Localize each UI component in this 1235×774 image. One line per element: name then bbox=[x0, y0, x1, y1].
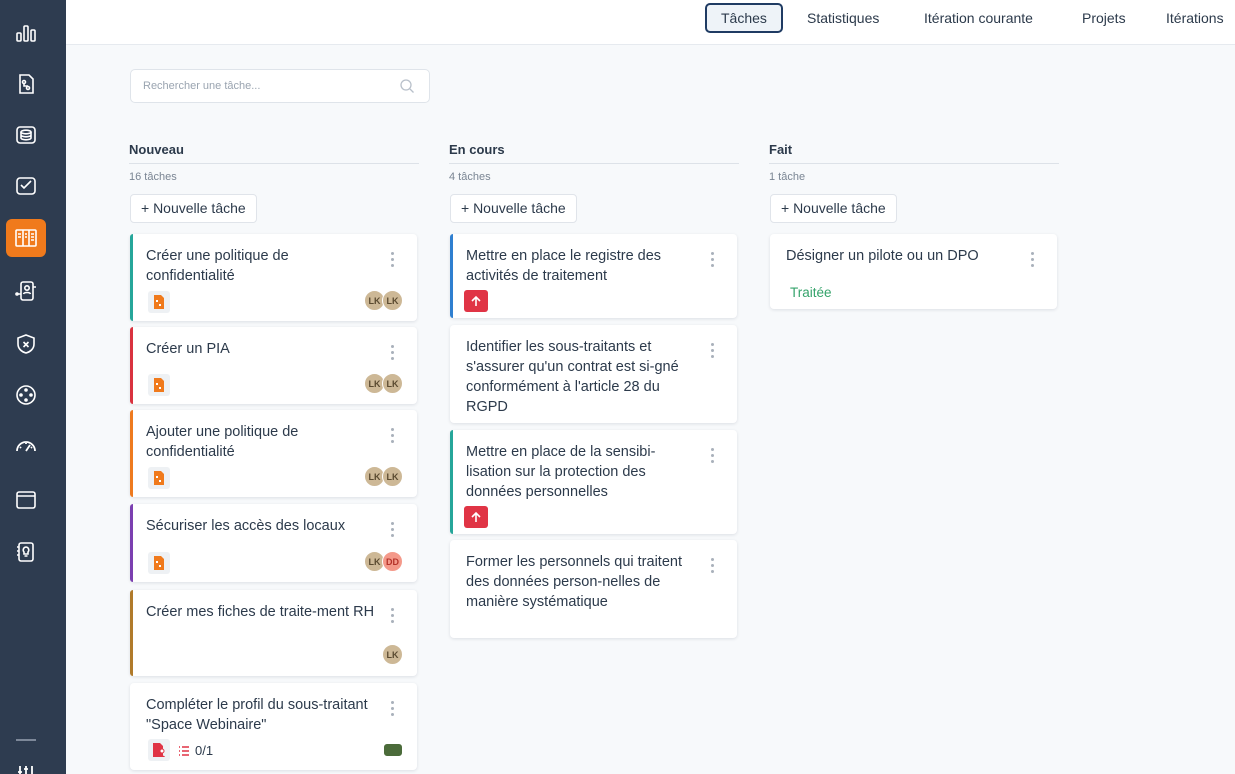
high-priority-icon bbox=[464, 506, 488, 528]
more-options-icon[interactable] bbox=[391, 252, 395, 268]
document-icon bbox=[148, 291, 170, 313]
card-title: Créer mes fiches de traite-ment RH bbox=[146, 604, 375, 620]
more-options-icon[interactable] bbox=[391, 701, 395, 717]
column-count: 1 tâche bbox=[769, 171, 806, 183]
more-options-icon[interactable] bbox=[711, 252, 715, 268]
more-options-icon[interactable] bbox=[711, 343, 715, 359]
task-card[interactable]: Désigner un pilote ou un DPO Traitée bbox=[770, 234, 1057, 309]
tab-statistiques[interactable]: Statistiques bbox=[793, 3, 893, 33]
bulb-document-icon[interactable] bbox=[12, 538, 40, 566]
column-title: En cours bbox=[449, 140, 739, 164]
dots-circle-icon[interactable] bbox=[12, 381, 40, 409]
user-document-icon bbox=[148, 739, 170, 761]
more-options-icon[interactable] bbox=[711, 558, 715, 574]
card-title: Mettre en place de la sensibi-lisation s… bbox=[466, 444, 656, 500]
search-icon[interactable] bbox=[399, 78, 415, 94]
status-label: Traitée bbox=[790, 285, 832, 300]
card-color-bar bbox=[450, 234, 453, 318]
card-title: Créer une politique de confidentialité bbox=[146, 248, 289, 284]
card-color-bar bbox=[130, 504, 133, 582]
chart-icon[interactable] bbox=[12, 19, 40, 47]
assignees: LK LK bbox=[364, 290, 403, 311]
search-box bbox=[130, 69, 430, 103]
tab-projets[interactable]: Projets bbox=[1068, 3, 1140, 33]
top-navigation: Tâches Statistiques Itération courante P… bbox=[66, 0, 1235, 45]
task-card[interactable]: Sécuriser les accès des locaux LK DD bbox=[130, 504, 417, 582]
card-color-bar bbox=[130, 410, 133, 497]
assignees: LK LK bbox=[364, 373, 403, 394]
card-title: Former les personnels qui traitent des d… bbox=[466, 554, 682, 610]
avatar[interactable] bbox=[383, 743, 403, 757]
task-card[interactable]: Créer un PIA LK LK bbox=[130, 327, 417, 404]
new-task-button[interactable]: + Nouvelle tâche bbox=[770, 194, 897, 223]
more-options-icon[interactable] bbox=[391, 345, 395, 361]
card-color-bar bbox=[130, 234, 133, 321]
avatar[interactable]: DD bbox=[382, 551, 403, 572]
column-count: 4 tâches bbox=[449, 171, 491, 183]
task-card[interactable]: Identifier les sous-traitants et s'assur… bbox=[450, 325, 737, 423]
shield-icon[interactable] bbox=[12, 330, 40, 358]
column-title: Nouveau bbox=[129, 140, 419, 164]
card-color-bar bbox=[450, 430, 453, 534]
task-card[interactable]: Compléter le profil du sous-traitant "Sp… bbox=[130, 683, 417, 770]
list-icon bbox=[179, 745, 189, 756]
card-color-bar bbox=[130, 590, 133, 676]
task-card[interactable]: Mettre en place de la sensibi-lisation s… bbox=[450, 430, 737, 534]
gauge-icon[interactable] bbox=[12, 432, 40, 460]
user-process-icon[interactable] bbox=[12, 277, 40, 305]
card-title: Compléter le profil du sous-traitant "Sp… bbox=[146, 697, 368, 733]
card-title: Créer un PIA bbox=[146, 341, 230, 357]
task-card[interactable]: Créer mes fiches de traite-ment RH LK bbox=[130, 590, 417, 676]
database-icon[interactable] bbox=[12, 121, 40, 149]
card-title: Désigner un pilote ou un DPO bbox=[786, 248, 979, 264]
more-options-icon[interactable] bbox=[391, 608, 395, 624]
new-task-button[interactable]: + Nouvelle tâche bbox=[130, 194, 257, 223]
task-card[interactable]: Ajouter une politique de confidentialité… bbox=[130, 410, 417, 497]
more-options-icon[interactable] bbox=[711, 448, 715, 464]
sidebar-divider bbox=[16, 739, 36, 741]
avatar[interactable]: LK bbox=[382, 373, 403, 394]
more-options-icon[interactable] bbox=[391, 522, 395, 538]
assignees: LK DD bbox=[364, 551, 403, 572]
high-priority-icon bbox=[464, 290, 488, 312]
document-icon bbox=[148, 552, 170, 574]
folder-icon[interactable] bbox=[12, 486, 40, 514]
assignees: LK bbox=[382, 644, 403, 665]
task-card[interactable]: Créer une politique de confidentialité L… bbox=[130, 234, 417, 321]
column-count: 16 tâches bbox=[129, 171, 177, 183]
document-icon bbox=[148, 374, 170, 396]
settings-sliders-icon[interactable] bbox=[12, 760, 40, 774]
avatar[interactable]: LK bbox=[382, 290, 403, 311]
column-nouveau: Nouveau 16 tâches + Nouvelle tâche Créer… bbox=[129, 140, 419, 770]
tab-iteration-courante[interactable]: Itération courante bbox=[910, 3, 1047, 33]
assignees: LK LK bbox=[364, 466, 403, 487]
avatar[interactable]: LK bbox=[382, 466, 403, 487]
card-title: Ajouter une politique de confidentialité bbox=[146, 424, 299, 460]
new-task-button[interactable]: + Nouvelle tâche bbox=[450, 194, 577, 223]
task-card[interactable]: Mettre en place le registre des activité… bbox=[450, 234, 737, 318]
checklist-icon[interactable] bbox=[12, 172, 40, 200]
more-options-icon[interactable] bbox=[1031, 252, 1035, 268]
checklist-count: 0/1 bbox=[195, 743, 214, 758]
card-title: Mettre en place le registre des activité… bbox=[466, 248, 662, 284]
card-color-bar bbox=[130, 327, 133, 404]
search-input[interactable] bbox=[131, 70, 391, 102]
checklist-progress: 0/1 bbox=[178, 743, 213, 758]
avatar[interactable]: LK bbox=[382, 644, 403, 665]
task-card[interactable]: Former les personnels qui traitent des d… bbox=[450, 540, 737, 638]
more-options-icon[interactable] bbox=[391, 428, 395, 444]
tab-iterations[interactable]: Itérations bbox=[1152, 3, 1235, 33]
assignees bbox=[383, 743, 403, 757]
column-title: Fait bbox=[769, 140, 1059, 164]
card-title: Sécuriser les accès des locaux bbox=[146, 518, 346, 534]
document-icon bbox=[148, 467, 170, 489]
document-flow-icon[interactable] bbox=[12, 70, 40, 98]
column-fait: Fait 1 tâche + Nouvelle tâche Désigner u… bbox=[769, 140, 1059, 309]
tab-taches[interactable]: Tâches bbox=[705, 3, 783, 33]
kanban-icon[interactable] bbox=[6, 219, 46, 257]
sidebar bbox=[0, 0, 66, 774]
card-title: Identifier les sous-traitants et s'assur… bbox=[466, 339, 679, 415]
column-en-cours: En cours 4 tâches + Nouvelle tâche Mettr… bbox=[449, 140, 739, 638]
